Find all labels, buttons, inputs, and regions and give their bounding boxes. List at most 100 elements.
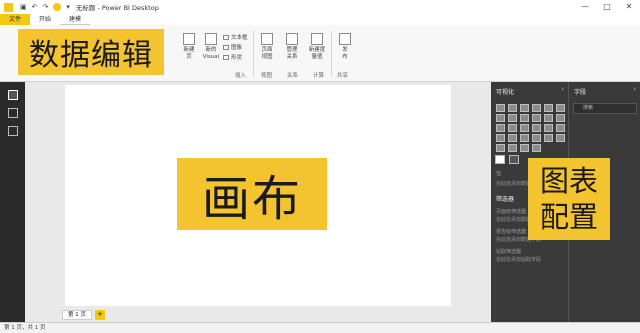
- map-icon[interactable]: [544, 124, 553, 132]
- feedback-smile-icon[interactable]: [53, 3, 62, 11]
- page-view-label: 页面 视图: [261, 47, 273, 60]
- textbox-label: 文本框: [231, 35, 248, 41]
- page-view-button[interactable]: 页面 视图: [256, 33, 278, 61]
- shapes-button[interactable]: 形状: [223, 53, 242, 61]
- undo-icon[interactable]: ↶: [32, 3, 38, 11]
- values-label: 值: [496, 171, 502, 177]
- page-tabs: 第 1 页 +: [62, 310, 105, 320]
- stacked-column-icon[interactable]: [508, 104, 517, 112]
- data-view-icon[interactable]: [7, 108, 18, 118]
- multi-row-card-icon[interactable]: [532, 134, 541, 142]
- new-measure-button[interactable]: 新建度 量值: [306, 33, 328, 61]
- treemap-icon[interactable]: [532, 124, 541, 132]
- new-page-label: 新建 页: [183, 47, 195, 60]
- stacked-bar-icon[interactable]: [496, 104, 505, 112]
- new-page-icon: [183, 33, 195, 45]
- group-share: 共享: [337, 73, 349, 79]
- waterfall-icon[interactable]: [556, 114, 565, 122]
- window-title: 无标题 - Power BI Desktop: [75, 4, 159, 12]
- image-icon: [223, 44, 229, 50]
- collapse-arrow-icon[interactable]: ›: [633, 85, 636, 93]
- manage-relationships-label: 管理 关系: [286, 47, 298, 60]
- ribbon-chart-icon[interactable]: [544, 114, 553, 122]
- drillthrough-drop-zone[interactable]: 在此处添加钻取字段: [496, 256, 541, 263]
- line-column-icon[interactable]: [532, 114, 541, 122]
- maximize-button[interactable]: □: [596, 0, 618, 14]
- shapes-label: 形状: [231, 55, 243, 61]
- canvas-callout: 画布: [177, 158, 327, 230]
- chart-config-line2: 配置: [539, 200, 598, 234]
- percent-bar-icon[interactable]: [544, 104, 553, 112]
- clustered-bar-icon[interactable]: [520, 104, 529, 112]
- powerbi-logo-icon: [4, 2, 13, 12]
- chart-config-line1: 图表: [539, 164, 598, 198]
- tab-home[interactable]: 开始: [30, 14, 60, 25]
- stacked-area-icon[interactable]: [520, 114, 529, 122]
- donut-chart-icon[interactable]: [520, 124, 529, 132]
- group-calculations: 计算: [313, 73, 325, 79]
- group-relationships: 关系: [287, 73, 299, 79]
- data-edit-callout: 数据编辑: [18, 29, 164, 75]
- filters-title: 筛选器: [496, 196, 515, 203]
- textbox-button[interactable]: 文本框: [223, 33, 248, 41]
- page-tab-1[interactable]: 第 1 页: [62, 310, 92, 320]
- slicer-icon[interactable]: [556, 134, 565, 142]
- percent-column-icon[interactable]: [556, 104, 565, 112]
- view-switcher-rail: [0, 82, 25, 322]
- publish-button[interactable]: 发 布: [334, 33, 356, 61]
- line-chart-icon[interactable]: [496, 114, 505, 122]
- tab-modeling[interactable]: 建模: [60, 14, 91, 25]
- visual-type-grid: [496, 104, 566, 152]
- page-filters-label: 页面级筛选器: [496, 209, 527, 215]
- minimize-button[interactable]: —: [574, 0, 596, 14]
- image-button[interactable]: 图像: [223, 43, 242, 51]
- close-button[interactable]: ✕: [618, 0, 640, 14]
- ribbon-tabs: 文件 开始 建模: [0, 14, 640, 25]
- shapes-icon: [223, 54, 229, 60]
- report-filters-label: 报告级筛选器: [496, 229, 527, 235]
- fields-title: 字段: [574, 89, 587, 96]
- fields-well-icon[interactable]: [495, 155, 505, 164]
- save-icon[interactable]: ▣: [20, 3, 27, 11]
- group-view: 视图: [261, 73, 273, 79]
- card-icon[interactable]: [520, 134, 529, 142]
- visualizations-title: 可视化: [496, 89, 515, 96]
- page-view-icon: [261, 33, 273, 45]
- status-bar: 第 1 页，共 1 页: [0, 322, 640, 333]
- new-visual-button[interactable]: 新的 Visual: [200, 33, 222, 61]
- redo-icon[interactable]: ↷: [43, 3, 49, 11]
- funnel-icon[interactable]: [496, 134, 505, 142]
- publish-label: 发 布: [342, 47, 348, 60]
- clustered-column-icon[interactable]: [532, 104, 541, 112]
- quick-access-toolbar: ▣ ↶ ↷ ▾: [20, 3, 70, 11]
- collapse-arrow-icon[interactable]: ›: [561, 85, 564, 93]
- customize-dropdown-icon[interactable]: ▾: [66, 3, 70, 11]
- report-view-icon[interactable]: [7, 90, 18, 100]
- area-chart-icon[interactable]: [508, 114, 517, 122]
- table-icon[interactable]: [496, 144, 505, 152]
- matrix-icon[interactable]: [508, 144, 517, 152]
- filled-map-icon[interactable]: [556, 124, 565, 132]
- model-view-icon[interactable]: [7, 126, 18, 136]
- fields-search-input[interactable]: 搜索: [573, 103, 637, 114]
- title-bar: ▣ ↶ ↷ ▾ 无标题 - Power BI Desktop — □ ✕: [0, 0, 640, 14]
- new-page-button[interactable]: 新建 页: [178, 33, 200, 61]
- manage-relationships-button[interactable]: 管理 关系: [281, 33, 303, 61]
- new-visual-icon: [205, 33, 217, 45]
- pie-chart-icon[interactable]: [508, 124, 517, 132]
- add-page-button[interactable]: +: [95, 310, 105, 320]
- tab-file[interactable]: 文件: [0, 14, 31, 25]
- drillthrough-label: 钻取筛选器: [496, 249, 522, 255]
- chart-config-callout: 图表 配置: [528, 158, 610, 240]
- image-label: 图像: [231, 45, 243, 51]
- format-paint-icon[interactable]: [509, 155, 519, 164]
- gauge-icon[interactable]: [508, 134, 517, 142]
- r-script-icon[interactable]: [520, 144, 529, 152]
- kpi-icon[interactable]: [544, 134, 553, 142]
- more-visuals-icon[interactable]: [532, 144, 541, 152]
- scatter-icon[interactable]: [496, 124, 505, 132]
- ribbon-divider: [253, 31, 254, 77]
- relationships-icon: [286, 33, 298, 45]
- ribbon-divider: [331, 31, 332, 77]
- pane-mode-tabs: [495, 155, 519, 164]
